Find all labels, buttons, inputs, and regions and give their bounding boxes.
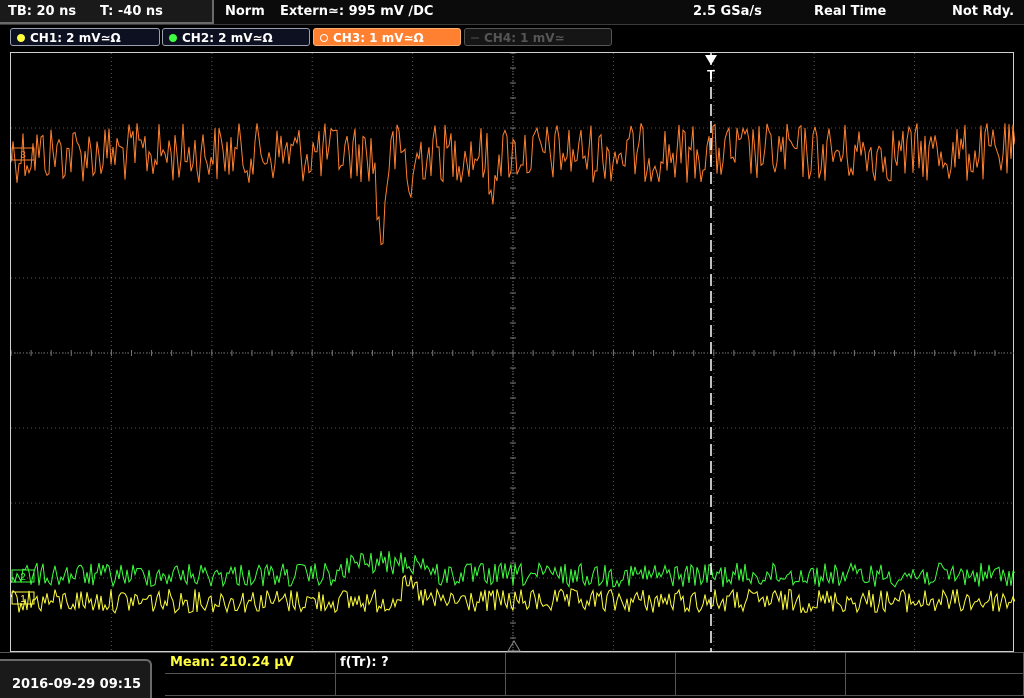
measurement-cell-3[interactable] (505, 653, 676, 674)
channel-2-tab[interactable]: CH2: 2 mV≃Ω (162, 28, 310, 46)
timebase-value[interactable]: TB: 20 ns (8, 4, 76, 19)
trigger-mode[interactable]: Norm (225, 4, 265, 19)
trigger-label: T (707, 67, 715, 82)
channel-3-dot-icon (320, 33, 328, 42)
trigger-arrow-icon (705, 55, 717, 65)
channel-1-tab[interactable]: CH1: 2 mV≃Ω (10, 28, 160, 46)
measurement-cell-7[interactable] (335, 673, 506, 696)
channel-4-label: CH4: 1 mV≃ (484, 31, 565, 45)
measurement-cell-6[interactable] (165, 673, 336, 696)
channel-3-label: CH3: 1 mV≃Ω (333, 31, 424, 45)
channel-2-label: CH2: 2 mV≃Ω (182, 31, 273, 45)
measurement-cell-8[interactable] (505, 673, 676, 696)
trigger-source[interactable]: Extern≃: 995 mV ∕DC (280, 4, 433, 19)
measurement-bar: 2016-09-29 09:15 Mean: 210.24 µV f(Tr): … (0, 652, 1024, 698)
channel-1-dot-icon (17, 33, 25, 42)
ch2-marker-label: 2 (20, 572, 26, 583)
channel-4-tab[interactable]: CH4: 1 mV≃ (464, 28, 612, 46)
status-bar: TB: 20 ns T: -40 ns Norm Extern≃: 995 mV… (0, 0, 1024, 25)
measurement-cell-10[interactable] (845, 673, 1024, 696)
time-reference-icon (507, 640, 521, 652)
trigger-time-value[interactable]: T: -40 ns (100, 4, 163, 19)
waveform-display[interactable]: T 3 2 1 (10, 52, 1015, 653)
waveform-canvas[interactable]: T 3 2 1 (11, 53, 1015, 653)
trigger-frequency-measurement: f(Tr): ? (340, 655, 389, 670)
sample-rate[interactable]: 2.5 GSa/s (693, 4, 762, 19)
channel-4-off-icon (471, 36, 479, 39)
datetime: 2016-09-29 09:15 (12, 677, 142, 692)
ch1-marker-label: 1 (20, 594, 26, 605)
acquisition-mode[interactable]: Real Time (814, 4, 886, 19)
timebase-panel[interactable]: TB: 20 ns T: -40 ns (0, 0, 214, 24)
channel-bar: CH1: 2 mV≃Ω CH2: 2 mV≃Ω CH3: 1 mV≃Ω CH4:… (0, 25, 1024, 49)
channel-3-tab[interactable]: CH3: 1 mV≃Ω (313, 28, 461, 46)
measurement-cell-9[interactable] (675, 673, 846, 696)
mean-measurement: Mean: 210.24 µV (170, 655, 294, 670)
measurement-cell-5[interactable] (845, 653, 1024, 674)
channel-1-label: CH1: 2 mV≃Ω (30, 31, 121, 45)
channel-2-dot-icon (169, 33, 177, 42)
run-status: Not Rdy. (952, 4, 1015, 19)
measurement-cell-4[interactable] (675, 653, 846, 674)
datetime-panel: 2016-09-29 09:15 (0, 659, 152, 698)
ch3-trace (11, 123, 1015, 246)
ch3-marker-label: 3 (20, 150, 26, 161)
